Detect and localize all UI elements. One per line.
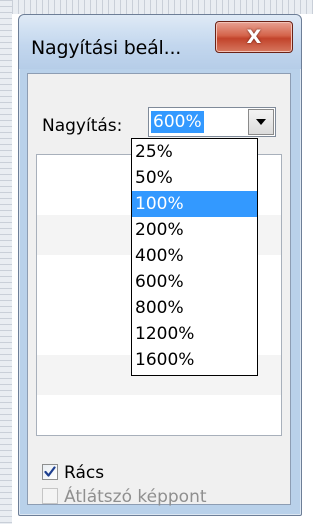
zoom-option-800[interactable]: 800% — [132, 295, 257, 321]
window-title: Nagyítási beál... — [31, 37, 182, 59]
zoom-option-100[interactable]: 100% — [132, 191, 257, 217]
zoom-option-200[interactable]: 200% — [132, 217, 257, 243]
zoom-option-25[interactable]: 25% — [132, 139, 257, 165]
zoom-option-1600[interactable]: 1600% — [132, 347, 257, 373]
close-button[interactable]: X — [215, 21, 293, 53]
checkmark-icon — [44, 466, 56, 477]
chevron-down-icon — [256, 119, 266, 125]
ruler-left — [0, 0, 12, 524]
zoom-option-1200[interactable]: 1200% — [132, 321, 257, 347]
zoom-combobox[interactable]: 600% — [148, 107, 276, 137]
transparent-pixel-checkbox — [42, 488, 58, 504]
zoom-dropdown-list[interactable]: 25% 50% 100% 200% 400% 600% 800% 1200% 1… — [131, 138, 258, 376]
transparent-pixel-label: Átlátszó képpont — [64, 487, 207, 507]
zoom-option-400[interactable]: 400% — [132, 243, 257, 269]
close-icon: X — [246, 26, 262, 48]
zoom-current-value: 600% — [151, 111, 204, 133]
dropdown-button[interactable] — [248, 109, 274, 135]
title-bar[interactable]: Nagyítási beál... X — [19, 15, 301, 69]
zoom-option-50[interactable]: 50% — [132, 165, 257, 191]
grid-option[interactable]: Rács — [42, 462, 242, 484]
grid-label: Rács — [64, 463, 105, 483]
zoom-option-600[interactable]: 600% — [132, 269, 257, 295]
ruler-top — [0, 0, 313, 14]
zoom-label: Nagyítás: — [42, 116, 123, 136]
transparent-pixel-option: Átlátszó képpont — [42, 486, 272, 508]
grid-checkbox[interactable] — [42, 464, 58, 480]
